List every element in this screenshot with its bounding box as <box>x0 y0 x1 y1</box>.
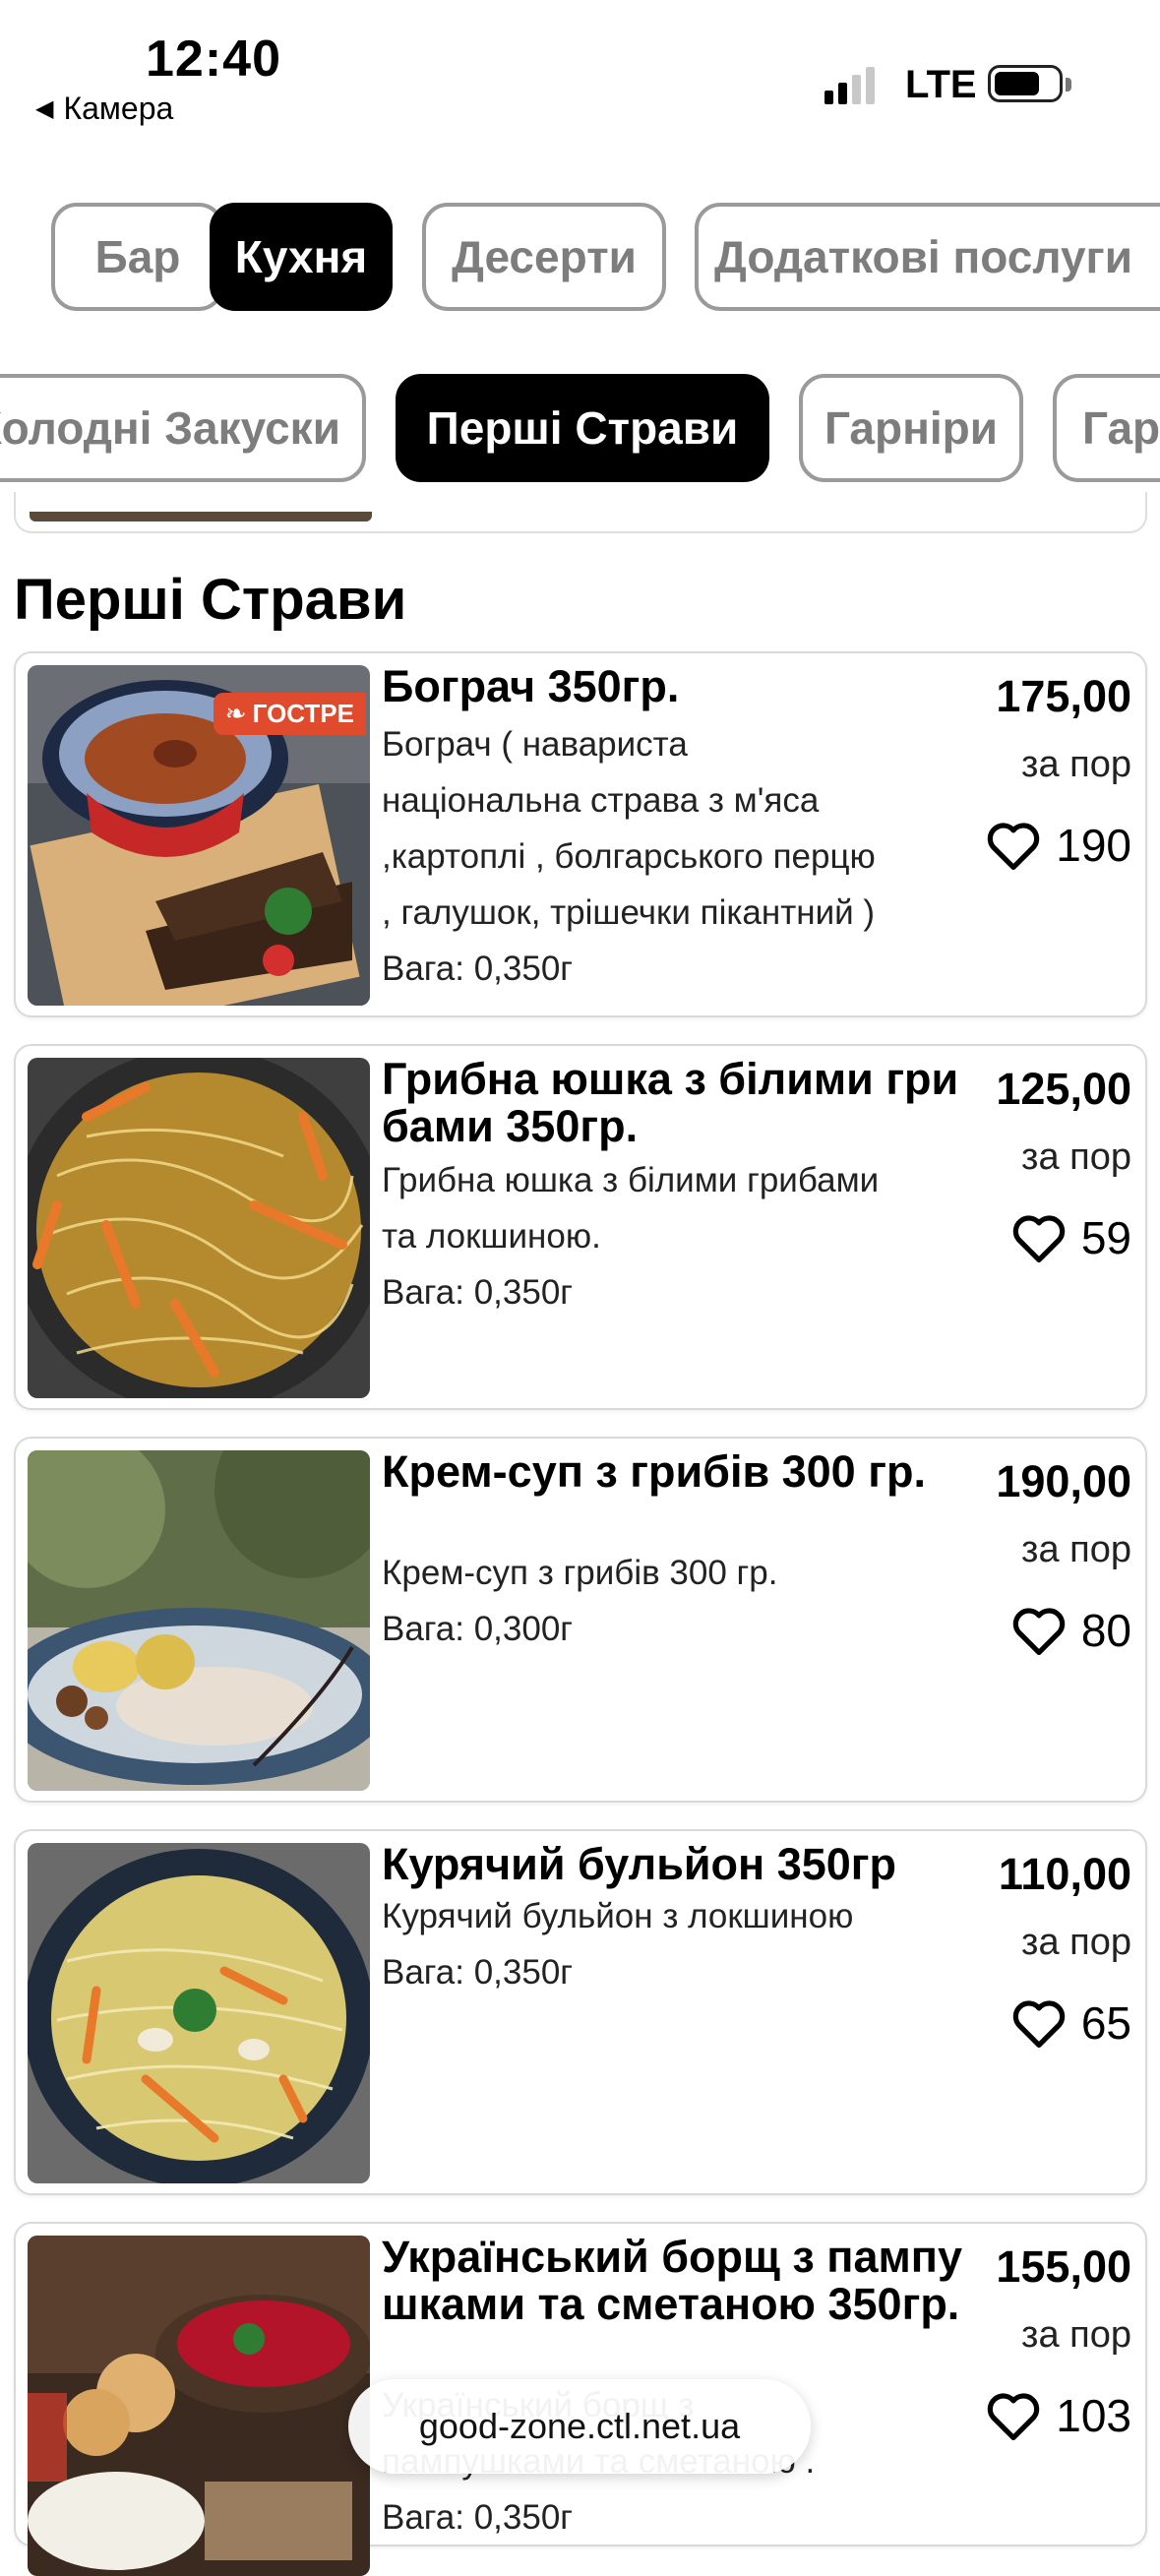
previous-card-edge <box>14 492 1147 533</box>
tab-first-courses[interactable]: Перші Страви <box>396 374 769 482</box>
dish-description: Бограч ( нава­риста національна страва з… <box>382 716 982 997</box>
like-count: 103 <box>1056 2390 1131 2441</box>
dish-photo <box>28 1058 370 1398</box>
dish-weight: Вага: 0,350г <box>382 2498 574 2537</box>
network-type: LTE <box>905 63 977 106</box>
like-count: 59 <box>1080 1212 1131 1263</box>
dish-card[interactable]: Крем-суп з грибів 300 гр. Крем-суп з гри… <box>14 1437 1147 1803</box>
category-tabs: Бар Кухня Десерти Додаткові послуги <box>0 203 1160 321</box>
back-triangle-icon: ◀ <box>35 95 54 122</box>
chili-pepper-icon: ❧ <box>224 699 247 728</box>
dish-description: Крем-суп з грибів 300 гр. Вага: 0,300г <box>382 1545 982 1657</box>
dish-price: 110,00 <box>998 1849 1131 1899</box>
status-bar: 12:40 ◀ Камера LTE <box>0 0 1160 148</box>
dish-weight: Вага: 0,350г <box>382 950 574 988</box>
dish-title: Курячий бульйон 350гр <box>382 1839 897 1889</box>
dish-photo <box>28 1843 370 2183</box>
clock: 12:40 <box>146 31 281 88</box>
heart-icon <box>988 2393 1040 2441</box>
dish-weight: Вага: 0,350г <box>382 1953 574 1992</box>
battery-icon <box>988 65 1071 102</box>
dish-photo: ❧ ГОСТРЕ <box>28 665 370 1006</box>
back-to-app-link[interactable]: ◀ Камера <box>35 91 173 127</box>
like-button[interactable]: 80 <box>1010 1604 1131 1657</box>
heart-icon <box>1012 1215 1066 1263</box>
description-line: Грибна юшка з білими грибами <box>382 1161 880 1199</box>
tab-desserts[interactable]: Десерти <box>422 203 666 311</box>
tab-bar[interactable]: Бар <box>51 203 224 311</box>
description-line: ,картоплі , болгарського перцю <box>382 837 876 876</box>
dish-weight: Вага: 0,300г <box>382 1610 574 1648</box>
heart-icon <box>1012 1608 1066 1656</box>
description-line: Бограч ( нава­риста <box>382 725 688 764</box>
dish-price: 155,00 <box>996 2241 1131 2292</box>
price-unit: за пор <box>1021 2314 1131 2356</box>
dish-photo <box>28 1450 370 1791</box>
dish-card[interactable]: Курячий бульйон 350гр Курячий бульйон з … <box>14 1829 1147 2195</box>
like-button[interactable]: 190 <box>985 819 1131 872</box>
tab-additional-services[interactable]: Додаткові послуги <box>695 203 1160 311</box>
like-count: 65 <box>1080 1997 1131 2049</box>
dish-card[interactable]: ❧ ГОСТРЕ Бограч 350гр. Бограч ( нава­рис… <box>14 651 1147 1017</box>
dish-weight: Вага: 0,350г <box>382 1273 574 1312</box>
url-text: good-zone.ctl.net.ua <box>418 2406 741 2446</box>
description-line: та локшиною. <box>382 1217 601 1256</box>
tab-cold-appetizers[interactable]: Холодні Закуски <box>0 374 366 482</box>
section-title: Перші Страви <box>14 568 407 632</box>
back-app-label: Камера <box>63 91 174 126</box>
heart-icon <box>1012 2000 1066 2049</box>
dish-title: Грибна юшка з білими грибами 350гр. <box>382 1054 959 1151</box>
subcategory-tabs: Холодні Закуски Перші Страви Гарніри Гар <box>0 374 1160 492</box>
dish-title: Бограч 350гр. <box>382 661 680 711</box>
dish-price: 125,00 <box>996 1064 1131 1114</box>
dish-price: 175,00 <box>996 671 1131 721</box>
dish-photo <box>28 2236 370 2576</box>
like-button[interactable]: 65 <box>1010 1996 1131 2050</box>
heart-icon <box>988 823 1040 871</box>
price-unit: за пор <box>1021 1136 1131 1178</box>
tab-next-category[interactable]: Гар <box>1053 374 1160 482</box>
tab-kitchen[interactable]: Кухня <box>210 203 393 311</box>
like-button[interactable]: 59 <box>1010 1211 1131 1264</box>
spicy-badge: ❧ ГОСТРЕ <box>213 693 366 735</box>
tab-cold-appetizers-label: Холодні Закуски <box>0 402 340 454</box>
description-line: національна страва з м'яса <box>382 781 820 820</box>
dish-card[interactable]: Грибна юшка з білими грибами 350гр. Гриб… <box>14 1044 1147 1410</box>
dish-price: 190,00 <box>996 1456 1131 1506</box>
like-count: 80 <box>1080 1605 1131 1656</box>
price-unit: за пор <box>1021 744 1131 785</box>
dish-description: Курячий бульйон з локшиною Вага: 0,350г <box>382 1888 982 2000</box>
cellular-signal-icon <box>824 65 875 104</box>
browser-address-bar[interactable]: good-zone.ctl.net.ua <box>348 2379 811 2474</box>
dish-description: Грибна юшка з білими грибами та локшиною… <box>382 1152 982 1320</box>
tab-side-dishes[interactable]: Гарніри <box>799 374 1023 482</box>
description-line: , галушок, трішечки пікантний ) <box>382 893 876 932</box>
dish-title: Крем-суп з грибів 300 гр. <box>382 1446 926 1497</box>
price-unit: за пор <box>1021 1529 1131 1570</box>
spicy-badge-label: ГОСТРЕ <box>252 699 354 728</box>
dish-title: Український борщ з пампушками та сметано… <box>382 2232 963 2329</box>
description-line: Крем-суп з грибів 300 гр. <box>382 1554 778 1592</box>
description-line: Курячий бульйон з локшиною <box>382 1897 854 1935</box>
price-unit: за пор <box>1021 1922 1131 1963</box>
like-count: 190 <box>1056 820 1131 871</box>
like-button[interactable]: 103 <box>985 2389 1131 2442</box>
